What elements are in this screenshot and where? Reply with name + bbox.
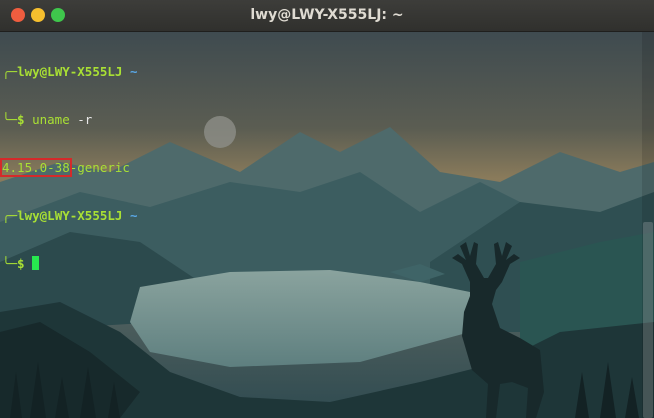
terminal-area[interactable]: ╭─lwy@LWY-X555LJ ~ ╰─$ uname -r 4.15.0-3…: [0, 32, 654, 418]
prompt-directory: ~: [129, 208, 138, 223]
title-bar[interactable]: lwy@LWY-X555LJ: ~: [0, 0, 654, 32]
prompt-user-host: lwy@LWY-X555LJ: [17, 64, 123, 79]
highlighted-kernel-version: 4.15.0-38: [0, 158, 72, 177]
terminal-line: ╰─$ uname -r: [2, 112, 632, 128]
kernel-suffix: -generic: [69, 160, 130, 175]
prompt-directory: ~: [129, 64, 138, 79]
terminal-window: lwy@LWY-X555LJ: ~ ╭─lwy@LWY-X555LJ ~ ╰─$…: [0, 0, 654, 418]
window-title: lwy@LWY-X555LJ: ~: [250, 7, 404, 23]
terminal-line: 4.15.0-38-generic: [0, 158, 632, 177]
prompt-user-host: lwy@LWY-X555LJ: [17, 208, 123, 223]
prompt-corner-top: ╭─: [2, 64, 18, 79]
prompt-symbol: ╰─$: [2, 112, 33, 127]
terminal-line: ╭─lwy@LWY-X555LJ ~: [2, 208, 632, 224]
command-args: -r: [69, 112, 93, 127]
text-cursor: [32, 256, 40, 270]
scrollbar[interactable]: [642, 32, 654, 418]
prompt-symbol: ╰─$: [2, 256, 33, 271]
terminal-line: ╭─lwy@LWY-X555LJ ~: [2, 64, 632, 80]
command-name: uname: [32, 112, 70, 127]
terminal-output: ╭─lwy@LWY-X555LJ ~ ╰─$ uname -r 4.15.0-3…: [0, 32, 632, 304]
prompt-corner-top: ╭─: [2, 208, 18, 223]
terminal-line[interactable]: ╰─$: [2, 256, 632, 272]
scrollbar-thumb[interactable]: [643, 222, 653, 418]
